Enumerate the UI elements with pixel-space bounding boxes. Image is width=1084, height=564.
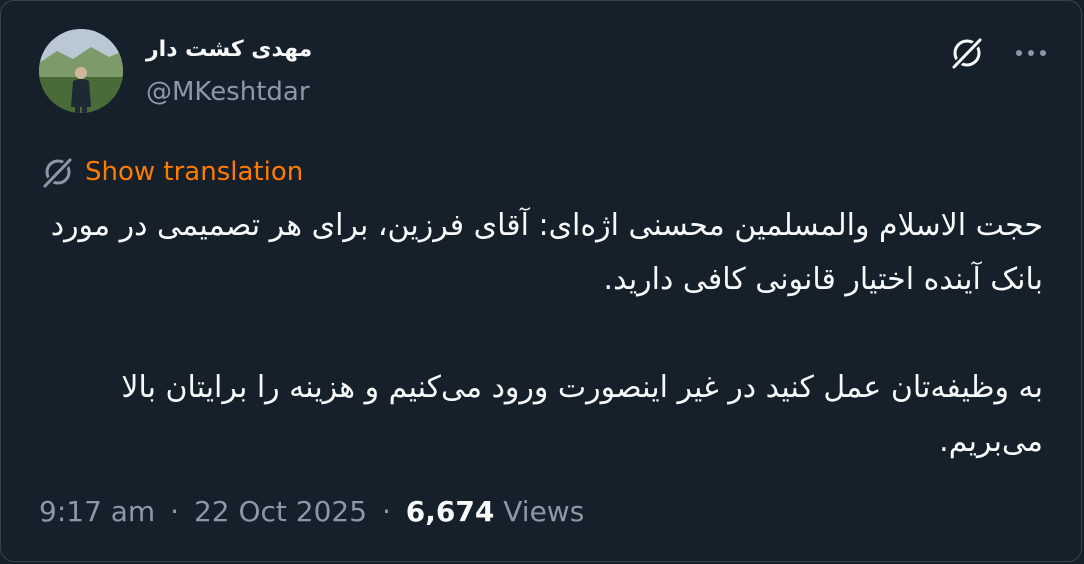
tweet-paragraph: به وظیفه‌تان عمل کنید در غیر اینصورت ورو… [121,370,1043,459]
views-count[interactable]: 6,674 [406,495,495,528]
tweet-card: مهدی کشت دار @MKeshtdar Show translation… [0,0,1082,562]
user-handle[interactable]: @MKeshtdar [146,77,310,107]
show-translation-button[interactable]: Show translation [41,153,303,191]
grok-icon[interactable] [949,35,985,71]
more-dots-icon[interactable] [1011,41,1051,65]
avatar-photo [39,29,123,113]
tweet-time[interactable]: 9:17 am [39,495,155,528]
avatar[interactable] [39,29,123,113]
separator: · [381,495,391,528]
show-translation-label: Show translation [85,157,304,187]
translate-icon [41,155,75,189]
tweet-paragraph: حجت الاسلام والمسلمین محسنی اژه‌ای: آقای… [50,208,1043,297]
tweet-date[interactable]: 22 Oct 2025 [194,495,367,528]
separator: · [170,495,180,528]
tweet-text: حجت الاسلام والمسلمین محسنی اژه‌ای: آقای… [43,199,1043,469]
views-label: Views [503,495,585,528]
display-name[interactable]: مهدی کشت دار [146,37,312,62]
tweet-meta: 9:17 am · 22 Oct 2025 · 6,674 Views [39,495,584,528]
